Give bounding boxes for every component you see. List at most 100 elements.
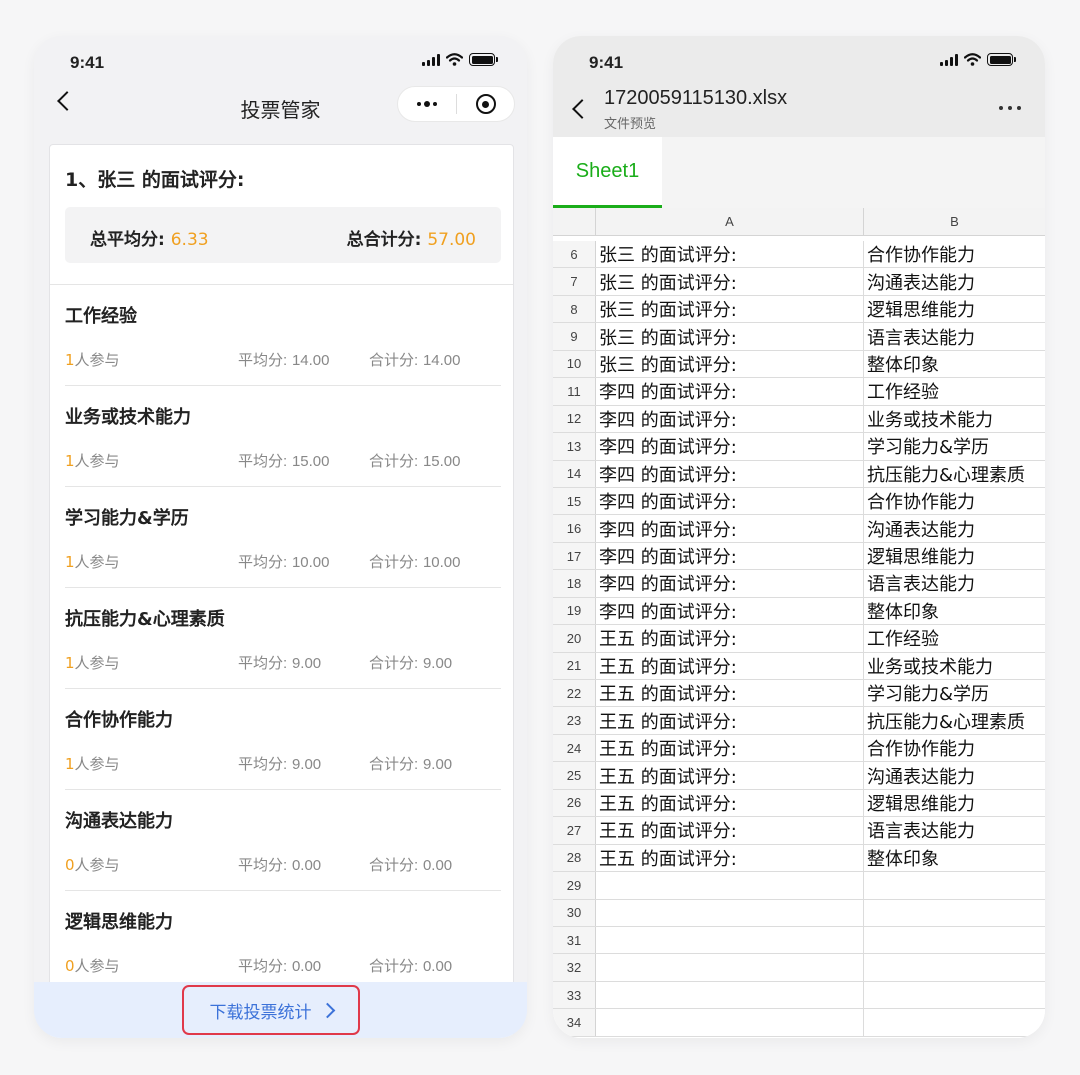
cell-a[interactable]: 李四 的面试评分:: [596, 487, 864, 515]
row-number[interactable]: 14: [553, 460, 596, 487]
row-number[interactable]: 27: [553, 817, 596, 844]
cell-b[interactable]: 合作协作能力: [864, 488, 1045, 514]
row-number[interactable]: 22: [553, 680, 596, 707]
cell-b[interactable]: 语言表达能力: [864, 323, 1045, 349]
cell-b[interactable]: 学习能力&学历: [864, 680, 1045, 706]
cell-a[interactable]: 李四 的面试评分:: [596, 570, 864, 597]
cell-b[interactable]: 工作经验: [864, 378, 1045, 404]
cell-a[interactable]: 王五 的面试评分:: [596, 762, 864, 789]
cell-b[interactable]: 沟通表达能力: [864, 515, 1045, 541]
cell-a[interactable]: 张三 的面试评分:: [596, 241, 864, 268]
row-number[interactable]: 10: [553, 350, 596, 378]
table-row: 27 王五 的面试评分: 语言表达能力: [553, 817, 1045, 845]
row-number[interactable]: 11: [553, 378, 596, 405]
cell-a[interactable]: 李四 的面试评分:: [596, 542, 864, 570]
cell-b[interactable]: 整体印象: [864, 845, 1045, 871]
cell-b[interactable]: [864, 954, 1045, 980]
target-icon[interactable]: [457, 94, 514, 114]
row-number[interactable]: 21: [553, 652, 596, 679]
cell-a[interactable]: 王五 的面试评分:: [596, 817, 864, 844]
row-number[interactable]: 23: [553, 707, 596, 734]
cell-b[interactable]: [864, 927, 1045, 953]
column-header-a[interactable]: A: [596, 208, 864, 236]
cell-a[interactable]: 王五 的面试评分:: [596, 789, 864, 817]
cell-b[interactable]: 工作经验: [864, 625, 1045, 651]
cell-b[interactable]: 语言表达能力: [864, 817, 1045, 843]
cell-a[interactable]: 李四 的面试评分:: [596, 433, 864, 460]
cell-b[interactable]: 整体印象: [864, 598, 1045, 624]
cell-b[interactable]: 逻辑思维能力: [864, 543, 1045, 569]
more-dots-icon[interactable]: [398, 87, 456, 121]
cell-a[interactable]: [596, 926, 864, 954]
row-number[interactable]: 8: [553, 295, 596, 323]
cell-b[interactable]: 语言表达能力: [864, 570, 1045, 596]
cell-b[interactable]: 学习能力&学历: [864, 433, 1045, 459]
table-row: 23 王五 的面试评分: 抗压能力&心理素质: [553, 707, 1045, 735]
row-number[interactable]: 15: [553, 487, 596, 515]
row-number[interactable]: 16: [553, 515, 596, 542]
row-number[interactable]: 28: [553, 844, 596, 872]
cell-b[interactable]: [864, 900, 1045, 926]
cell-a[interactable]: 李四 的面试评分:: [596, 597, 864, 625]
row-number[interactable]: 6: [553, 241, 596, 268]
row-number[interactable]: 33: [553, 981, 596, 1009]
cell-b[interactable]: 业务或技术能力: [864, 406, 1045, 432]
cell-b[interactable]: [864, 982, 1045, 1008]
cell-a[interactable]: 李四 的面试评分:: [596, 405, 864, 433]
cell-a[interactable]: 李四 的面试评分:: [596, 515, 864, 542]
row-number[interactable]: 34: [553, 1009, 596, 1036]
row-number[interactable]: 13: [553, 433, 596, 460]
cell-b[interactable]: 沟通表达能力: [864, 762, 1045, 788]
cell-a[interactable]: 王五 的面试评分:: [596, 680, 864, 707]
row-number[interactable]: 24: [553, 734, 596, 762]
cell-a[interactable]: 王五 的面试评分:: [596, 625, 864, 652]
row-number[interactable]: 32: [553, 954, 596, 981]
row-number[interactable]: 19: [553, 597, 596, 625]
cell-a[interactable]: [596, 981, 864, 1009]
cell-b[interactable]: 合作协作能力: [864, 241, 1045, 267]
row-number[interactable]: 26: [553, 789, 596, 817]
row-number[interactable]: 12: [553, 405, 596, 433]
row-number[interactable]: 25: [553, 762, 596, 789]
cell-a[interactable]: 王五 的面试评分:: [596, 652, 864, 679]
cell-b[interactable]: 逻辑思维能力: [864, 790, 1045, 816]
spreadsheet-grid[interactable]: A B 6 张三 的面试评分: 合作协作能力 7 张三 的面试评分: 沟通表达能力 8 张三 …: [553, 208, 1045, 1038]
cell-b[interactable]: 抗压能力&心理素质: [864, 461, 1045, 487]
more-dots-icon[interactable]: [999, 106, 1021, 110]
row-number[interactable]: 20: [553, 625, 596, 652]
cell-b[interactable]: 沟通表达能力: [864, 268, 1045, 294]
total-value: 57.00: [427, 230, 476, 250]
row-number[interactable]: 9: [553, 323, 596, 350]
cell-a[interactable]: 张三 的面试评分:: [596, 295, 864, 323]
cell-b[interactable]: [864, 1009, 1045, 1035]
cell-a[interactable]: 张三 的面试评分:: [596, 323, 864, 350]
column-header-b[interactable]: B: [864, 208, 1045, 236]
cell-b[interactable]: 业务或技术能力: [864, 653, 1045, 679]
cell-a[interactable]: [596, 899, 864, 926]
cell-a[interactable]: 李四 的面试评分:: [596, 460, 864, 487]
table-row: 29: [553, 872, 1045, 900]
cell-b[interactable]: [864, 872, 1045, 898]
cell-b[interactable]: 抗压能力&心理素质: [864, 707, 1045, 733]
cell-a[interactable]: 王五 的面试评分:: [596, 734, 864, 762]
tab-sheet1[interactable]: Sheet1: [553, 137, 662, 208]
cell-b[interactable]: 整体印象: [864, 351, 1045, 377]
row-number[interactable]: 30: [553, 899, 596, 926]
cell-a[interactable]: [596, 954, 864, 981]
cell-b[interactable]: 逻辑思维能力: [864, 296, 1045, 322]
row-number[interactable]: 29: [553, 872, 596, 899]
cell-a[interactable]: 李四 的面试评分:: [596, 378, 864, 405]
cell-a[interactable]: 王五 的面试评分:: [596, 844, 864, 872]
cell-a[interactable]: 张三 的面试评分:: [596, 268, 864, 295]
cell-a[interactable]: 王五 的面试评分:: [596, 707, 864, 734]
cell-a[interactable]: [596, 1009, 864, 1036]
row-number[interactable]: 31: [553, 926, 596, 954]
cell-a[interactable]: [596, 872, 864, 899]
row-number[interactable]: 17: [553, 542, 596, 570]
download-stats-button[interactable]: 下载投票统计: [182, 985, 360, 1035]
cell-b[interactable]: 合作协作能力: [864, 735, 1045, 761]
row-number[interactable]: 7: [553, 268, 596, 295]
cell-a[interactable]: 张三 的面试评分:: [596, 350, 864, 378]
row-number[interactable]: 18: [553, 570, 596, 597]
back-chevron-icon[interactable]: [572, 99, 592, 119]
